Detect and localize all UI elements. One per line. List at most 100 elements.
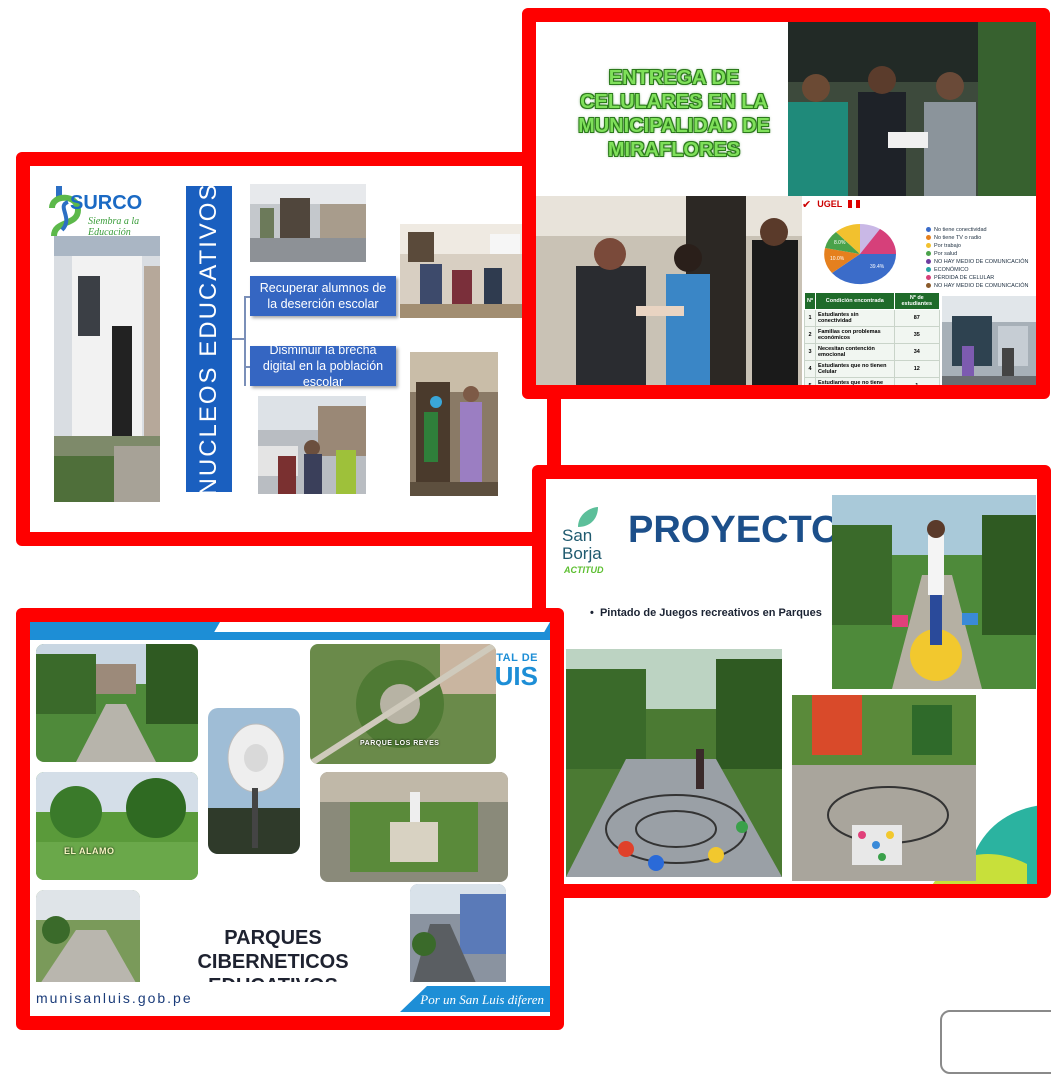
sanluis-slogan: Por un San Luis diferen: [420, 992, 544, 1007]
legend-item: No tiene TV o radio: [926, 234, 1029, 242]
sanluis-slide: TRITAL DE UIS EL ALAMO PARQUE LOS REYES …: [16, 608, 564, 1030]
table-cell: 34: [893, 343, 941, 361]
ugel-check-icon: ✔: [802, 198, 812, 211]
legend-dot-icon: [926, 251, 931, 257]
legend-item: Por trabajo: [926, 242, 1029, 250]
parque-los-reyes-label: PARQUE LOS REYES: [360, 740, 440, 747]
legend-label: NO HAY MEDIO DE COMUNICACIÓN: [934, 259, 1029, 265]
aerial-plaza-photo: [320, 772, 508, 882]
surco-slide: SURCO Siembra a la Educación NUCLEOS EDU…: [16, 152, 561, 546]
plaza-games-photo: [792, 695, 976, 881]
storefront-photo: [942, 296, 1036, 385]
sanborja-logo-borja: Borja: [562, 544, 602, 563]
table-cell: 3: [804, 343, 816, 361]
table-cell: Estudiantes sin conectividad: [814, 309, 895, 327]
surco-building-photo: [54, 236, 160, 502]
legend-item: No tiene conectividad: [926, 226, 1029, 234]
box-recuperar-alumnos: Recuperar alumnos de la deserción escola…: [250, 276, 396, 316]
table-cell: 1: [804, 309, 816, 327]
table-cell: 35: [893, 326, 941, 344]
sanborja-slide: San Borja ACTITUD PROYECTOS • Pintado de…: [532, 465, 1051, 898]
pie-label: 10.0%: [830, 256, 845, 262]
top-white-band: [214, 622, 550, 632]
legend-label: Por trabajo: [934, 243, 961, 249]
park-games-photo: [566, 649, 782, 877]
legend-dot-icon: [926, 283, 931, 289]
legend-item: NO HAY MEDIO DE COMUNICACIÓN: [926, 282, 1029, 290]
antenna-photo: [208, 708, 300, 854]
condition-table: Nº Condición encontrada Nº de estudiante…: [804, 292, 941, 385]
nucleos-educativos-banner: NUCLEOS EDUCATIVOS: [186, 186, 232, 492]
el-alamo-label: EL ALAMO: [64, 846, 115, 856]
legend-label: PÉRDIDA DE CELULAR: [934, 275, 995, 281]
legend-dot-icon: [926, 275, 931, 281]
legend-item: NO HAY MEDIO DE COMUNICACIÓN: [926, 258, 1029, 266]
classroom-photo: [400, 224, 534, 318]
proyectos-title: PROYECTOS: [628, 509, 866, 551]
table-cell: Estudiantes que no tienen Celular: [814, 360, 895, 378]
table-row: 1 Estudiantes sin conectividad 87: [804, 309, 941, 327]
box-brecha-digital: Disminuir la brecha digital en la poblac…: [250, 343, 396, 389]
street-avenue-photo: [410, 884, 506, 992]
legend-label: No tiene TV o radio: [934, 235, 982, 241]
table-header: Nº: [804, 292, 816, 310]
legend-item: PÉRDIDA DE CELULAR: [926, 274, 1029, 282]
table-cell: 12: [893, 360, 941, 378]
table-cell: 5: [804, 377, 816, 385]
table-header: Condición encontrada: [814, 292, 895, 310]
sanborja-logo-san: San: [562, 526, 593, 545]
sanborja-logo-tag: ACTITUD: [564, 565, 604, 575]
legend-dot-icon: [926, 235, 931, 241]
table-row: 2 Familias con problemas económicos 35: [804, 326, 941, 344]
ugel-report: ✔ UGEL 8.0% 10.0% 39.4% No tiene conecti…: [802, 196, 1036, 385]
parque-los-reyes-photo: PARQUE LOS REYES: [310, 644, 496, 764]
bottom-bar: munisanluis.gob.pe Por un San Luis difer…: [30, 982, 550, 1016]
legend-label: ECONÓMICO: [934, 267, 969, 273]
table-cell: Estudiantes que no tiene TV: [814, 377, 895, 385]
street-photo: [250, 184, 366, 262]
legend-dot-icon: [926, 259, 931, 265]
park-photo-el-alamo: EL ALAMO: [36, 772, 198, 880]
bullet-text: Pintado de Juegos recreativos en Parques: [599, 607, 822, 619]
sanluis-url: munisanluis.gob.pe: [36, 990, 193, 1006]
pie-label: 39.4%: [870, 264, 885, 270]
hallway-delivery-photo: [536, 196, 802, 385]
corner-card: [940, 1010, 1051, 1074]
table-row: 3 Necesitan contención emocional 34: [804, 343, 941, 361]
legend-label: No tiene conectividad: [934, 227, 987, 233]
legend-item: Por salud: [926, 250, 1029, 258]
legend-item: ECONÓMICO: [926, 266, 1029, 274]
bullet-dot: •: [590, 607, 600, 619]
proyectos-bullet: • Pintado de Juegos recreativos en Parqu…: [590, 607, 822, 619]
door-visit-photo: [410, 352, 498, 496]
street-group-photo: [258, 396, 366, 494]
table-cell: Necesitan contención emocional: [814, 343, 895, 361]
pie-label: 8.0%: [834, 240, 846, 246]
table-cell: 87: [893, 309, 941, 327]
table-header: Nº de estudiantes: [893, 292, 941, 310]
legend-dot-icon: [926, 267, 931, 273]
legend-dot-icon: [926, 227, 931, 233]
pie-legend: No tiene conectividad No tiene TV o radio…: [926, 226, 1029, 290]
table-cell: 2: [804, 326, 816, 344]
hopscotch-girl-photo: [832, 495, 1036, 689]
surco-logo-subtitle: Siembra a la Educación: [88, 216, 140, 238]
miraflores-title: ENTREGA DE CELULARES EN LA MUNICIPALIDAD…: [578, 67, 770, 161]
legend-label: NO HAY MEDIO DE COMUNICACIÓN: [934, 283, 1029, 289]
pie-chart: 8.0% 10.0% 39.4%: [824, 224, 897, 285]
sanborja-logo-line1: San Borja: [562, 527, 602, 563]
table-row: 5 Estudiantes que no tiene TV 1: [804, 377, 941, 385]
peru-flag-icon: [848, 200, 861, 208]
connector-line: [244, 296, 246, 386]
ugel-header: ✔ UGEL: [802, 196, 1036, 212]
sanborja-logo: San Borja ACTITUD: [560, 505, 620, 585]
surco-logo-text: SURCO: [70, 192, 143, 214]
table-cell: Familias con problemas económicos: [814, 326, 895, 344]
nucleos-educativos-text: NUCLEOS EDUCATIVOS: [195, 186, 222, 492]
table-cell: 1: [893, 377, 941, 385]
park-photo-3: [36, 890, 140, 990]
ugel-label: UGEL: [817, 199, 843, 209]
legend-label: Por salud: [934, 251, 958, 257]
miraflores-slide: ENTREGA DE CELULARES EN LA MUNICIPALIDAD…: [522, 8, 1050, 399]
park-photo-1: [36, 644, 198, 762]
